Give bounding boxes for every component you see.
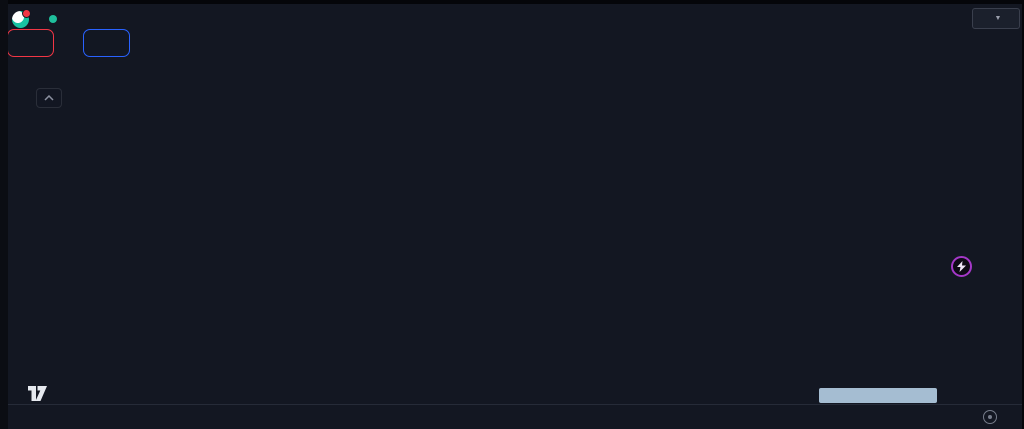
chart-canvas[interactable] bbox=[0, 0, 1024, 429]
legend-collapse-button[interactable] bbox=[36, 88, 62, 108]
chevron-down-icon: ▼ bbox=[995, 15, 1002, 22]
time-axis-settings-icon[interactable] bbox=[983, 410, 997, 424]
boost-lightning-button[interactable] bbox=[951, 256, 972, 277]
chevron-up-icon bbox=[44, 95, 54, 101]
tradingview-logo[interactable] bbox=[28, 385, 55, 402]
time-axis[interactable] bbox=[0, 404, 1024, 429]
currency-unit-button[interactable]: ▼ bbox=[972, 8, 1020, 29]
notification-dot-icon bbox=[22, 9, 31, 18]
tradingview-mark-icon bbox=[28, 385, 47, 402]
tradingview-chart-window: ▼ bbox=[0, 0, 1024, 429]
sell-button[interactable] bbox=[7, 29, 54, 57]
symbol-header bbox=[12, 9, 103, 29]
symbol-logo-icon[interactable] bbox=[12, 11, 29, 28]
market-status-icon[interactable] bbox=[49, 15, 57, 23]
lightning-icon bbox=[957, 261, 966, 272]
price-axis[interactable] bbox=[967, 0, 1024, 404]
take-screenshot-button[interactable] bbox=[819, 388, 937, 403]
left-toolbar-collapsed[interactable] bbox=[0, 0, 8, 429]
top-edge bbox=[0, 0, 1024, 4]
buy-button[interactable] bbox=[83, 29, 130, 57]
